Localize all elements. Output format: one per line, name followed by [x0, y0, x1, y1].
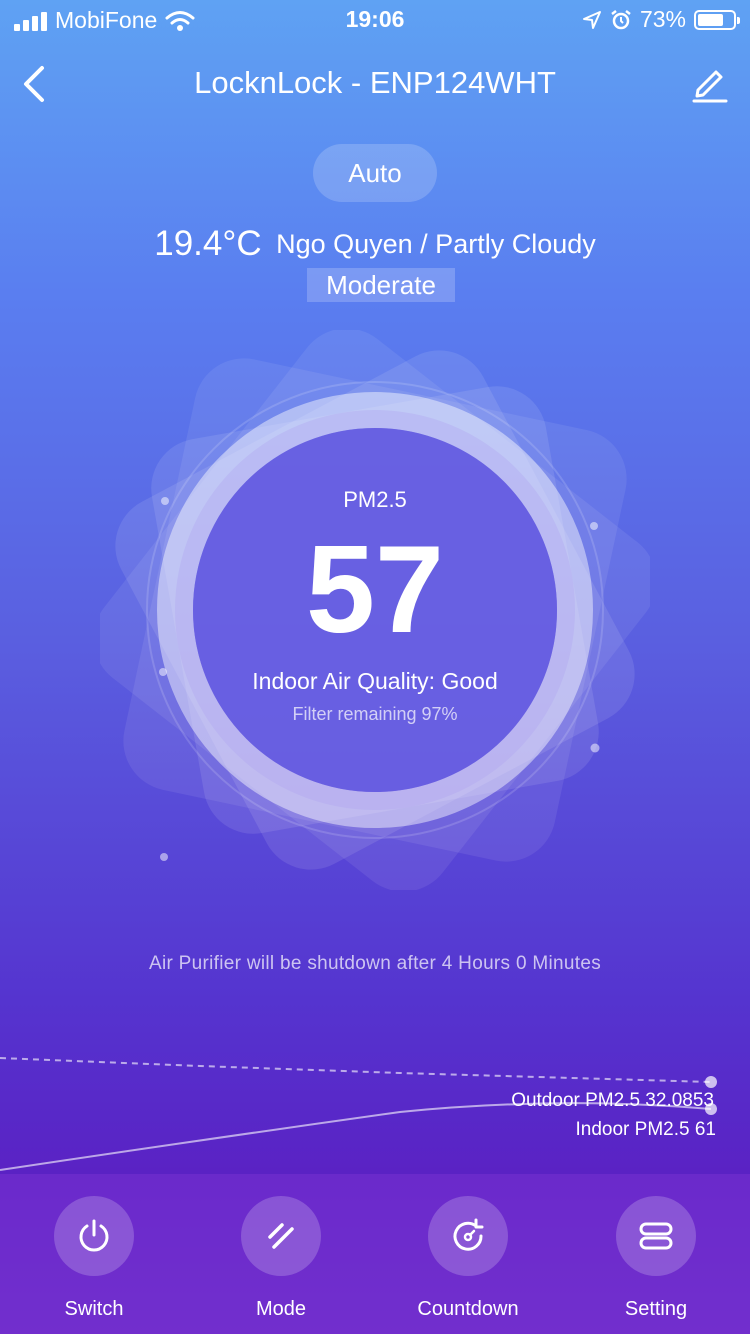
power-icon	[79, 1219, 109, 1252]
pm25-label: PM2.5	[343, 487, 407, 512]
weather-row: 19.4°C Ngo Quyen / Partly Cloudy	[0, 224, 750, 264]
setting-label: Setting	[624, 1298, 688, 1320]
settings-icon	[639, 1222, 673, 1250]
countdown-button[interactable]: Countdown	[393, 1196, 543, 1321]
battery-percent: 73%	[639, 6, 686, 32]
switch-label: Switch	[64, 1298, 124, 1320]
mode-label: Mode	[255, 1298, 307, 1320]
pm25-value: 57	[306, 521, 444, 659]
outdoor-temperature: 19.4°C	[154, 224, 262, 263]
status-bar: MobiFone 19:06 73%	[0, 0, 750, 40]
mode-badge[interactable]: Auto	[313, 144, 437, 202]
location-arrow-icon	[582, 10, 601, 29]
mode-icon	[268, 1223, 294, 1249]
mode-button[interactable]: Mode	[206, 1196, 356, 1321]
alarm-icon	[611, 9, 631, 29]
switch-button[interactable]: Switch	[19, 1196, 169, 1321]
outdoor-trend-point	[705, 1076, 717, 1088]
timer-icon	[453, 1218, 484, 1251]
filter-remaining: Filter remaining 97%	[292, 704, 458, 724]
outdoor-air-quality-badge: Moderate	[307, 268, 455, 302]
outdoor-pm25-label: Outdoor PM2.5 32.0853	[511, 1090, 714, 1111]
battery-icon	[694, 9, 740, 30]
shutdown-countdown-message: Air Purifier will be shutdown after 4 Ho…	[148, 953, 602, 974]
outdoor-trend-line	[0, 1057, 712, 1083]
indoor-pm25-label: Indoor PM2.5 61	[575, 1119, 716, 1140]
indoor-air-quality-status: Indoor Air Quality: Good	[252, 668, 498, 694]
pencil-icon[interactable]	[690, 64, 730, 104]
page-title: LocknLock - ENP124WHT	[194, 65, 556, 100]
location-condition: Ngo Quyen / Partly Cloudy	[276, 228, 596, 259]
setting-button[interactable]: Setting	[581, 1196, 731, 1321]
countdown-label: Countdown	[417, 1298, 519, 1320]
